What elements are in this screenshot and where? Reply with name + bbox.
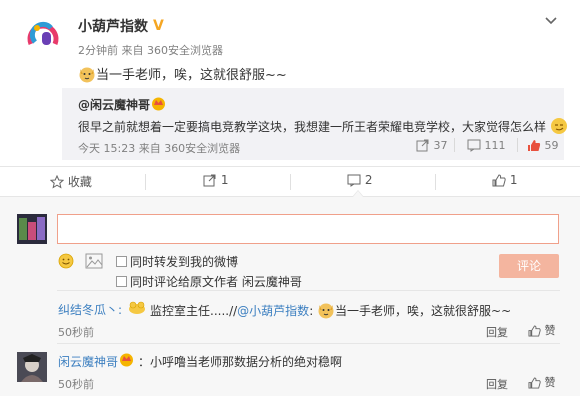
comment-mention[interactable]: @小葫芦指数	[237, 304, 309, 318]
like-label: 赞	[544, 376, 556, 389]
comment-to-author-label: 同时评论给原文作者 闲云魔神哥	[130, 275, 302, 289]
repost-icon	[416, 139, 430, 152]
current-user-avatar[interactable]	[17, 214, 47, 244]
repost-text: 很早之前就想着一定要搞电竞教学这块，我想建一所王者荣耀电竞学校，大家觉得怎么样	[78, 117, 568, 135]
comment-input[interactable]	[57, 214, 559, 244]
favorite-button[interactable]: 收藏	[50, 173, 92, 191]
post-meta: 2分钟前 来自 360安全浏览器	[78, 44, 223, 57]
verified-icon: V	[152, 17, 167, 34]
reply-button[interactable]: 回复	[486, 324, 508, 340]
comment-author[interactable]: 纠结冬瓜丶:	[58, 301, 122, 318]
comment-icon	[347, 173, 361, 187]
like-comment-button[interactable]: 赞	[528, 322, 556, 338]
action-divider	[435, 174, 436, 190]
repost-button[interactable]: 1	[203, 173, 228, 191]
like-icon	[527, 139, 541, 152]
like-button[interactable]: 1	[492, 173, 517, 191]
comment-text-prefix: 监控室主任.....//	[150, 304, 238, 318]
comment-count: 2	[364, 173, 373, 187]
repost-text-content: 很早之前就想着一定要搞电竞教学这块，我想建一所王者荣耀电竞学校，大家觉得怎么样	[78, 120, 547, 134]
image-icon[interactable]	[85, 253, 103, 269]
post-text-content: 当一手老师，唉，这就很舒服~~	[96, 68, 287, 83]
repost-icon	[203, 173, 217, 187]
repost-likes-count: 59	[544, 139, 559, 152]
repost-reposts-count: 37	[433, 139, 448, 152]
comment-author[interactable]: 闲云魔神哥	[58, 353, 118, 370]
dog-emoji-icon	[317, 301, 335, 319]
repost-likes[interactable]: 59	[527, 139, 559, 152]
stat-divider	[517, 138, 518, 152]
favorite-label: 收藏	[67, 175, 92, 189]
repost-to-my-weibo-label: 同时转发到我的微博	[130, 255, 239, 269]
poster-name[interactable]: 小葫芦指数	[78, 16, 148, 36]
comment-quote: 当一手老师，唉，这就很舒服~~	[335, 304, 512, 318]
submit-comment-button[interactable]: 评论	[499, 254, 559, 278]
repost-meta: 今天 15:23 来自 360安全浏览器	[78, 142, 241, 155]
repost-to-my-weibo-checkbox[interactable]	[116, 256, 127, 267]
like-label: 赞	[544, 324, 556, 337]
comment-text-colon: :	[309, 304, 318, 318]
comment-text: ：小呼噜当老师那数据分析的绝对稳啊	[138, 355, 343, 369]
rank-badge-icon	[125, 299, 149, 315]
repost-author[interactable]: @闲云魔神哥	[78, 96, 150, 113]
caret-pointer-inner	[353, 191, 363, 197]
repost-count: 1	[220, 173, 229, 187]
comment-text: 监控室主任.....//@小葫芦指数: 当一手老师，唉，这就很舒服~~	[150, 301, 511, 319]
comment-time: 50秒前	[58, 326, 94, 339]
comment-time: 50秒前	[58, 378, 94, 391]
dog-emoji-icon	[78, 65, 96, 83]
action-divider	[290, 174, 291, 190]
like-count: 1	[509, 173, 518, 187]
divider	[0, 166, 580, 167]
comment-avatar[interactable]	[17, 352, 47, 382]
star-icon	[50, 175, 64, 189]
divider	[57, 343, 560, 344]
smile-icon[interactable]	[58, 253, 74, 269]
repost-comments-count: 111	[484, 139, 506, 152]
post-text: 当一手老师，唉，这就很舒服~~	[78, 64, 287, 83]
reply-button[interactable]: 回复	[486, 376, 508, 392]
repost-comments[interactable]: 111	[467, 139, 506, 152]
repost-reposts[interactable]: 37	[416, 139, 448, 152]
comment-button[interactable]: 2	[347, 173, 372, 191]
action-divider	[145, 174, 146, 190]
crown-badge-icon	[151, 96, 166, 111]
smirk-emoji-icon	[550, 117, 568, 135]
like-icon	[528, 376, 541, 389]
svg-text:V: V	[153, 18, 164, 32]
comment-icon	[467, 139, 481, 152]
stat-divider	[454, 138, 455, 152]
like-icon	[492, 173, 506, 187]
crown-badge-icon	[119, 352, 134, 367]
comment-to-author-checkbox[interactable]	[116, 276, 127, 287]
poster-avatar[interactable]	[23, 14, 63, 54]
chevron-down-icon[interactable]	[545, 14, 557, 30]
like-comment-button[interactable]: 赞	[528, 374, 556, 390]
divider	[57, 290, 560, 291]
like-icon	[528, 324, 541, 337]
